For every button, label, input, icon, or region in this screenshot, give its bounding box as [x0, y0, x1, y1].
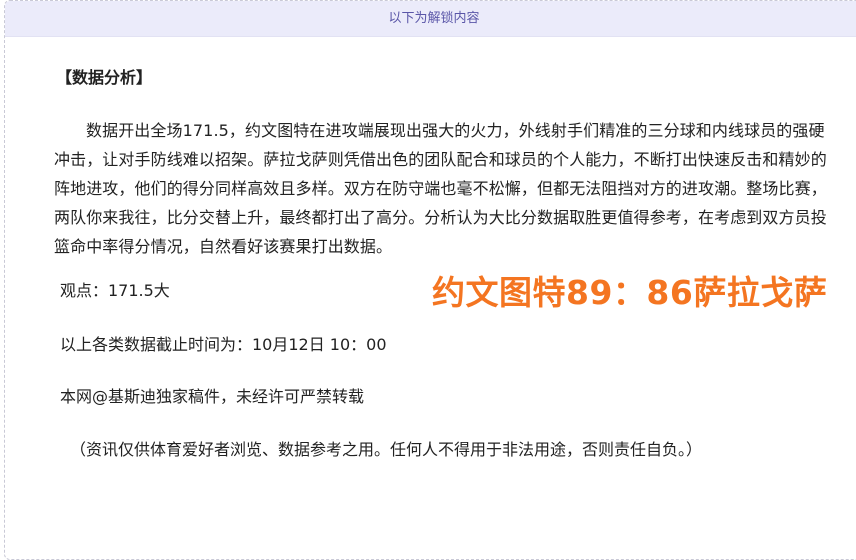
disclaimer-text: （资讯仅供体育爱好者浏览、数据参考之用。任何人不得用于非法用途，否则责任自负。） — [70, 440, 703, 459]
score-overlay: 约文图特89：86萨拉戈萨 — [432, 273, 828, 312]
section-title: 【数据分析】 — [56, 68, 153, 87]
opinion-text: 观点：171.5大 — [60, 281, 170, 300]
copyright-text: 本网@基斯迪独家稿件，未经许可严禁转载 — [60, 387, 365, 406]
unlock-banner: 以下为解锁内容 — [5, 1, 856, 37]
deadline-text: 以上各类数据截止时间为：10月12日 10：00 — [60, 335, 387, 354]
analysis-paragraph: 数据开出全场171.5，约文图特在进攻端展现出强大的火力，外线射手们精准的三分球… — [54, 121, 827, 256]
